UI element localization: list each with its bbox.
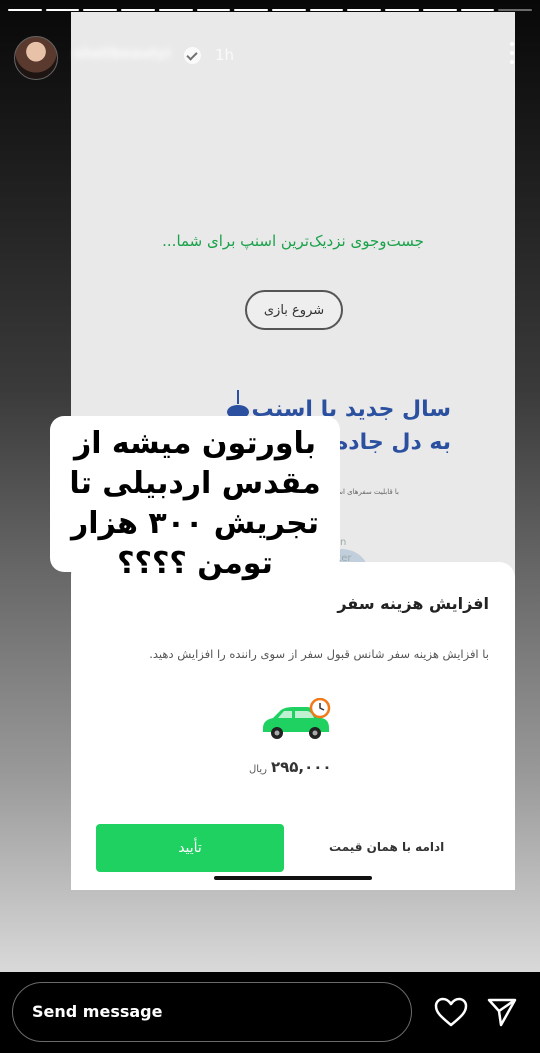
- progress-segment: [234, 9, 269, 11]
- progress-segment: [83, 9, 118, 11]
- price-unit: ریال: [249, 764, 267, 775]
- progress-segment: [196, 9, 231, 11]
- send-message-placeholder: Send message: [32, 1002, 163, 1021]
- avatar[interactable]: [14, 36, 58, 80]
- progress-segment: [385, 9, 419, 11]
- fare-increase-sheet: افزایش هزینه سفر با افزایش هزینه سفر شان…: [71, 562, 515, 890]
- continue-same-price-button: ادامه با همان قیمت: [329, 840, 445, 854]
- progress-segment: [8, 9, 42, 11]
- start-game-button: شروع بازی: [245, 290, 343, 330]
- more-options-icon[interactable]: [510, 42, 514, 66]
- progress-segment: [121, 9, 155, 11]
- sheet-title: افزایش هزینه سفر: [337, 594, 489, 613]
- progress-segment: [309, 9, 344, 11]
- story-viewer[interactable]: جست‌وجوی نزدیک‌ترین اسنپ برای شما... شرو…: [0, 0, 540, 972]
- searching-status: جست‌وجوی نزدیک‌ترین اسنپ برای شما...: [162, 232, 424, 250]
- username[interactable]: shelibeautyi: [74, 46, 171, 62]
- send-message-input[interactable]: Send message: [12, 982, 412, 1042]
- post-time: 1h: [215, 46, 235, 64]
- reply-bar: Send message: [0, 972, 540, 1053]
- confirm-button: تأیید: [96, 824, 284, 872]
- banner-subheadline: به دل جاده: [335, 430, 451, 455]
- progress-segment: [347, 9, 382, 11]
- progress-segment: [422, 9, 457, 11]
- story-header: shelibeautyi 1h: [0, 22, 540, 82]
- home-indicator: [214, 876, 372, 880]
- heart-icon[interactable]: [434, 997, 468, 1027]
- verified-badge-icon: [184, 47, 201, 64]
- caption-text: باورتون میشه از مقدس اردبیلی تا تجریش ۳۰…: [69, 426, 321, 581]
- taxi-car-icon: [263, 698, 331, 739]
- fare-price: ۲۹۵,۰۰۰ریال: [249, 758, 332, 776]
- progress-segment: [158, 9, 193, 11]
- sheet-description: با افزایش هزینه سفر شانس قبول سفر از سوی…: [149, 647, 489, 661]
- story-progress-bar: [8, 9, 533, 11]
- progress-segment: [45, 9, 80, 11]
- progress-segment: [272, 9, 306, 11]
- progress-segment: [460, 9, 495, 11]
- price-value: ۲۹۵,۰۰۰: [270, 758, 332, 776]
- progress-segment: [498, 9, 533, 11]
- send-icon[interactable]: [486, 996, 518, 1028]
